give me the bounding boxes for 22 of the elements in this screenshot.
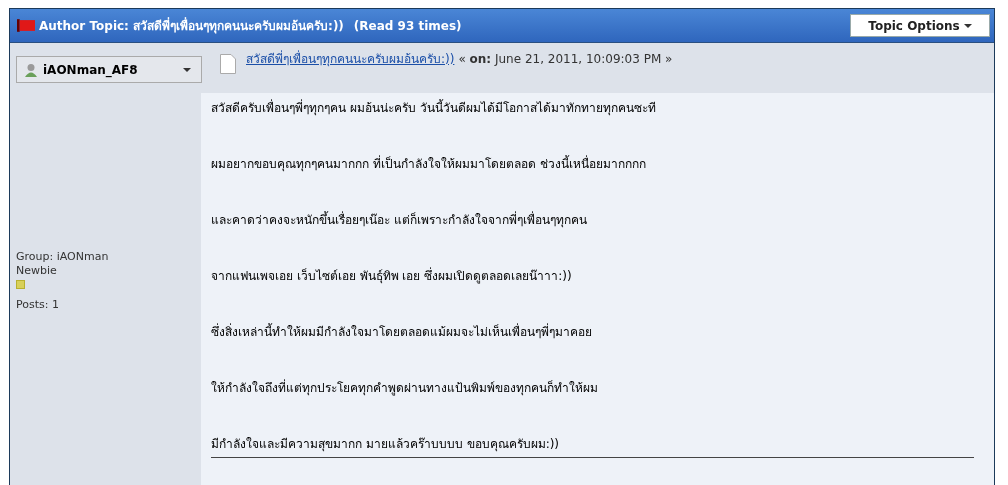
post-text: จากแฟนเพจเอย เว็บไซต์เอย พันธุ์ทิพ เอย ซึ่งผมเปิดดูตลอดเลยน๊าาา:)) xyxy=(211,266,573,286)
post-text: มีกำลังใจและมีความสุขมากก มายแล้วคร๊าบบบบ ขอบคุณครับผม:)) xyxy=(211,429,974,458)
read-count: (Read 93 times) xyxy=(353,18,462,33)
member-group: Group: iAONman xyxy=(16,250,201,264)
user-icon xyxy=(25,62,37,77)
member-rank: Newbie xyxy=(16,264,58,278)
document-icon xyxy=(220,54,236,74)
rank-icon xyxy=(16,279,25,289)
topic-options-button[interactable]: Topic Options xyxy=(850,14,990,37)
flag-icon xyxy=(17,19,35,32)
post-text: ให้กำลังใจถึงที่แต่ทุกประโยคทุกคำพูดผ่านทางแป้นพิมพ์ของทุกคนก็ทำให้ผม xyxy=(211,378,599,398)
post-text: ผมอยากขอบคุณทุกๆคนมากกก ที่เป็นกำลังใจให้ผมมาโดยตลอด ช่วงนี้เหนื่อยมากกกก xyxy=(211,154,647,174)
caret-icon xyxy=(183,67,191,72)
author-dropdown[interactable]: iAONman_AF8 xyxy=(16,56,202,83)
post-date: « on: June 21, 2011, 10:09:03 PM » xyxy=(458,52,673,66)
caret-icon xyxy=(963,23,972,28)
post-text: ซึ่งสิ่งเหล่านี้ทำให้ผมมีกำลังใจมาโดยตลอดแม้ผมจะไม่เห็นเพื่อนๆพี่ๆมาคอย xyxy=(211,322,593,341)
post-subject-link[interactable]: สวัสดีพี่ๆเพื่อนๆทุกคนนะครับผมอ้นครับ:)) xyxy=(246,52,455,66)
post-text: สวัสดีครับเพื่อนๆพี่ๆทุกๆคน ผมอ้นน่ะครับ วันนี้วันดีผมได้มีโอกาสได้มาทักทายทุกคนซะที xyxy=(211,98,657,118)
post-count: Posts: 1 xyxy=(16,298,60,312)
topic-title: Author Topic: สวัสดีพี่ๆเพื่อนๆทุกคนนะครับผมอ้นครับ:)) xyxy=(39,16,344,35)
post-text: และคาดว่าคงจะหนักขึ้นเรื่อยๆเน๊อะ แต่ก็เพราะกำลังใจจากพี่ๆเพื่อนๆทุกคน xyxy=(211,210,588,230)
